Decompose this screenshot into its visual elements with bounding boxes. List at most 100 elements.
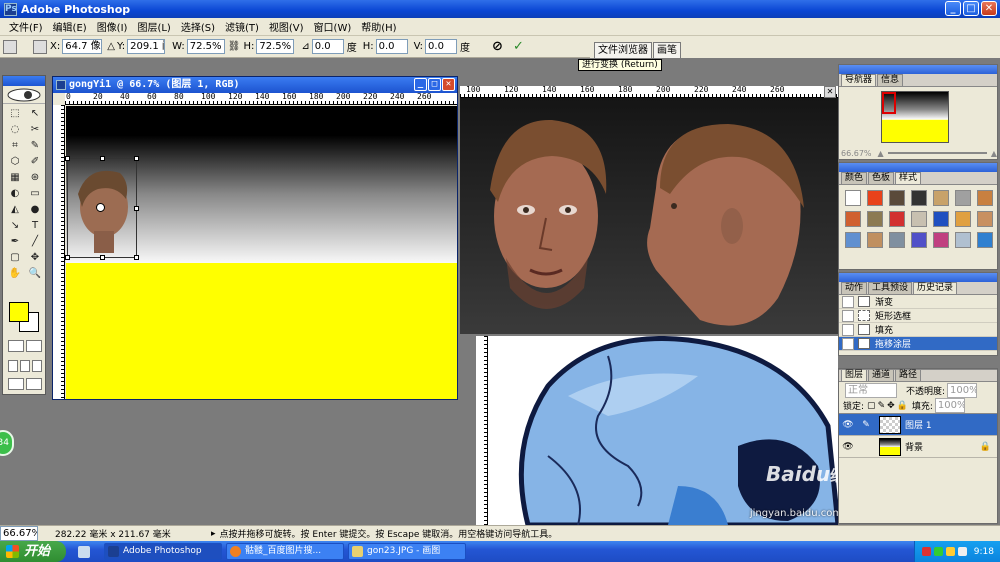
navigator-preview[interactable] — [881, 91, 949, 143]
menu-view[interactable]: 视图(V) — [264, 19, 309, 34]
doc1-maximize-button[interactable]: □ — [428, 78, 441, 91]
style-swatch[interactable] — [911, 232, 927, 248]
layer-visibility-eye-icon[interactable]: 👁 — [842, 441, 854, 453]
history-state-gradient[interactable]: 渐变 — [839, 295, 997, 309]
well-tab-brushes[interactable]: 画笔 — [653, 42, 681, 58]
menu-layer[interactable]: 图层(L) — [132, 19, 175, 34]
transform-handle[interactable] — [100, 156, 105, 161]
jump-to-imageready-button[interactable] — [8, 378, 24, 390]
vskew-field[interactable]: 0.0 — [425, 39, 458, 54]
jump-to-other-button[interactable] — [26, 378, 42, 390]
style-swatch[interactable] — [911, 190, 927, 206]
menu-window[interactable]: 窗口(W) — [309, 19, 357, 34]
style-swatch[interactable] — [933, 232, 949, 248]
tab-tool-presets[interactable]: 工具预设 — [868, 282, 913, 294]
standard-mode-button[interactable] — [8, 340, 24, 352]
x-field[interactable]: 64.7 像 — [62, 39, 103, 54]
history-panel-header[interactable] — [839, 273, 997, 282]
notes-tool-icon[interactable]: ▢ — [6, 251, 24, 265]
zoom-tool-icon[interactable]: 🔍 — [26, 267, 44, 281]
dodge-tool-icon[interactable]: ● — [26, 203, 44, 217]
slice-tool-icon[interactable]: ✎ — [26, 139, 44, 153]
well-tab-file-browser[interactable]: 文件浏览器 — [594, 42, 652, 58]
tab-history[interactable]: 历史记录 — [913, 282, 958, 294]
lock-image-icon[interactable]: ✎ — [878, 401, 886, 411]
menu-edit[interactable]: 编辑(E) — [48, 19, 92, 34]
task-paint[interactable]: gon23.JPG - 画图 — [348, 543, 466, 560]
history-brush-source-checkbox[interactable] — [842, 309, 854, 322]
start-button[interactable]: 开始 — [0, 541, 66, 562]
brush-tool-icon[interactable]: ✐ — [26, 155, 44, 169]
zoom-out-icon[interactable]: ▲ — [878, 149, 884, 158]
menu-select[interactable]: 选择(S) — [176, 19, 220, 34]
tab-layers[interactable]: 图层 — [841, 369, 868, 381]
link-icon[interactable]: ⛓ — [228, 41, 241, 52]
style-swatch[interactable] — [889, 211, 905, 227]
tab-swatches[interactable]: 色板 — [868, 172, 895, 184]
style-swatch[interactable] — [977, 232, 993, 248]
gradient-tool-icon[interactable]: ▭ — [26, 187, 44, 201]
width-field[interactable]: 72.5% — [186, 39, 225, 54]
marquee-tool-icon[interactable]: ⬚ — [6, 107, 24, 121]
tab-info[interactable]: 信息 — [877, 74, 904, 86]
hskew-field[interactable]: 0.0 — [375, 39, 408, 54]
doc2-close-button[interactable]: ✕ — [824, 86, 836, 98]
style-swatch[interactable] — [845, 211, 861, 227]
transform-handle[interactable] — [65, 156, 70, 161]
zoom-slider[interactable] — [887, 152, 987, 154]
height-field[interactable]: 72.5% — [256, 39, 295, 54]
style-swatch[interactable] — [911, 211, 927, 227]
angle-field[interactable]: 0.0 — [311, 39, 344, 54]
layer-row-layer1[interactable]: 👁 ✎ 图层 1 — [839, 414, 997, 436]
history-state-drag-layer[interactable]: 拖移涂层 — [839, 337, 997, 351]
crop-tool-icon[interactable]: ⌗ — [6, 139, 24, 153]
doc2-horizontal-ruler[interactable]: 100 120 140 160 180 200 220 240 260 — [460, 86, 838, 98]
history-brush-source-checkbox[interactable] — [842, 295, 854, 308]
line-tool-icon[interactable]: ╱ — [26, 235, 44, 249]
doc1-close-button[interactable]: ✕ — [442, 78, 455, 91]
menu-image[interactable]: 图像(I) — [92, 19, 133, 34]
style-swatch[interactable] — [933, 190, 949, 206]
layer-row-background[interactable]: 👁 背景 🔒 — [839, 436, 997, 458]
reference-point-icon[interactable] — [33, 39, 47, 54]
notification-badge[interactable]: 34 — [0, 430, 14, 456]
zoom-in-icon[interactable]: ▲ — [991, 149, 997, 158]
tray-icon[interactable] — [933, 547, 943, 556]
style-swatch[interactable] — [955, 232, 971, 248]
history-state-marquee[interactable]: 矩形选框 — [839, 309, 997, 323]
quick-mask-button[interactable] — [26, 340, 42, 352]
foreground-color-swatch[interactable] — [9, 302, 29, 322]
tab-navigator[interactable]: 导航器 — [841, 74, 877, 86]
style-swatch[interactable] — [977, 211, 993, 227]
navigator-view-box[interactable] — [882, 92, 896, 114]
screen-mode-full-button[interactable] — [32, 360, 42, 372]
doc1-minimize-button[interactable]: _ — [414, 78, 427, 91]
transform-center-point[interactable] — [96, 203, 105, 212]
tray-icon[interactable] — [945, 547, 955, 556]
toolbox-titlebar[interactable] — [3, 76, 45, 86]
lasso-tool-icon[interactable]: ◌ — [6, 123, 24, 137]
lock-all-icon[interactable]: 🔒 — [897, 401, 908, 411]
tab-styles[interactable]: 样式 — [895, 172, 922, 184]
tool-preset-icon[interactable] — [3, 39, 17, 54]
history-brush-tool-icon[interactable]: ⊛ — [26, 171, 44, 185]
navigator-zoom-value[interactable]: 66.67% — [841, 149, 872, 158]
magic-wand-tool-icon[interactable]: ✂ — [26, 123, 44, 137]
lock-position-icon[interactable]: ✥ — [887, 401, 895, 411]
lock-transparency-icon[interactable]: ▢ — [867, 401, 876, 411]
menu-filter[interactable]: 滤镜(T) — [220, 19, 264, 34]
eraser-tool-icon[interactable]: ◐ — [6, 187, 24, 201]
menu-file[interactable]: 文件(F) — [4, 19, 48, 34]
style-swatch[interactable] — [977, 190, 993, 206]
screen-mode-standard-button[interactable] — [8, 360, 18, 372]
fill-field[interactable]: 100% — [934, 398, 965, 413]
layer-brush-icon[interactable]: ✎ — [860, 419, 872, 431]
quicklaunch-icon[interactable] — [78, 545, 90, 558]
close-button[interactable]: ✕ — [981, 1, 997, 16]
blur-tool-icon[interactable]: ◭ — [6, 203, 24, 217]
navigator-panel-header[interactable] — [839, 65, 997, 74]
task-photoshop[interactable]: Adobe Photoshop — [104, 543, 222, 560]
status-zoom-field[interactable]: 66.67% — [0, 526, 38, 541]
doc1-canvas[interactable] — [65, 106, 457, 399]
doc1-vertical-ruler[interactable] — [53, 105, 65, 399]
